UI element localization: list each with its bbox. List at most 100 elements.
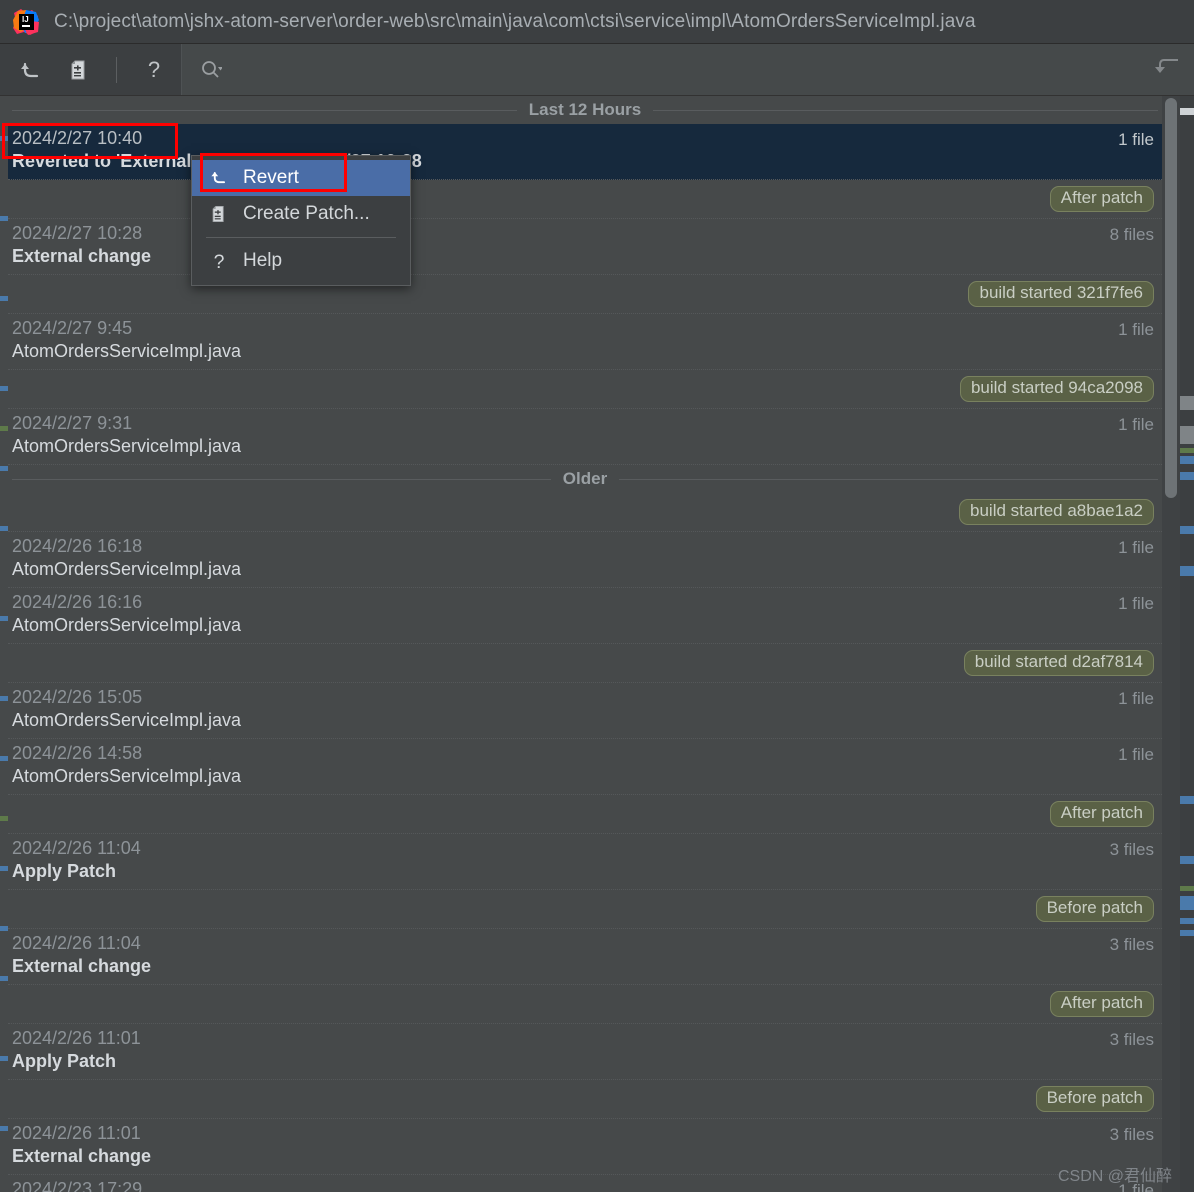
status-badge: build started 321f7fe6 <box>968 281 1154 307</box>
entry-timestamp: 2024/2/26 11:04 <box>12 838 141 858</box>
history-entry-row[interactable]: 2024/2/26 15:05 1 file AtomOrdersServiceIm… <box>8 683 1162 739</box>
entry-label: AtomOrdersServiceImpl.java <box>12 436 242 456</box>
history-group-label: Older <box>562 469 608 488</box>
vertical-scrollbar[interactable] <box>1162 96 1180 1192</box>
history-entry-row[interactable]: 2024/2/26 14:58 1 file AtomOrdersServiceIm… <box>8 739 1162 795</box>
history-badge-row[interactable]: Before patch <box>8 890 1162 929</box>
history-entry-row[interactable]: 2024/2/26 11:04 3 files External change <box>8 929 1162 985</box>
history-group-separator: Last 12 Hours <box>8 96 1162 124</box>
entry-timestamp: 2024/2/27 9:45 <box>12 318 133 338</box>
create-patch-icon <box>208 203 230 225</box>
window-title: C:\project\atom\jshx-atom-server\order-w… <box>54 10 976 32</box>
status-badge: build started a8bae1a2 <box>959 499 1154 525</box>
toolbar-separator <box>116 56 117 83</box>
menu-item-help[interactable]: ? Help <box>192 243 410 279</box>
toolbar-buttons: ? <box>0 44 181 95</box>
history-badge-row[interactable]: build started d2af7814 <box>8 644 1162 683</box>
entry-row-header: 2024/2/26 11:01 3 files <box>12 1123 1154 1145</box>
history-badge-row[interactable]: build started 321f7fe6 <box>8 275 1162 314</box>
entry-timestamp: 2024/2/26 16:18 <box>12 536 143 556</box>
entry-file-count: 3 files <box>1109 1030 1154 1049</box>
history-entry-row[interactable]: 2024/2/26 11:04 3 files Apply Patch <box>8 834 1162 890</box>
entry-label: External change <box>12 246 152 266</box>
help-button[interactable]: ? <box>137 53 171 87</box>
search-input[interactable] <box>222 60 1154 79</box>
title-bar: IJ C:\project\atom\jshx-atom-server\orde… <box>0 0 1194 44</box>
menu-item-revert[interactable]: Revert <box>192 160 410 196</box>
entry-row-header: 2024/2/26 16:18 1 file <box>12 536 1154 558</box>
entry-file-count: 1 file <box>1118 415 1154 434</box>
toolbar: ? <box>0 44 1194 96</box>
entry-file-count: 8 files <box>1109 225 1154 244</box>
entry-row-header: 2024/2/27 9:31 1 file <box>12 413 1154 435</box>
separator-line <box>12 109 517 111</box>
history-entry-row[interactable]: 2024/2/27 9:45 1 file AtomOrdersServiceImp… <box>8 314 1162 370</box>
entry-file-count: 1 file <box>1118 689 1154 708</box>
status-badge: After patch <box>1049 186 1154 212</box>
entry-row-header: 2024/2/26 11:01 3 files <box>12 1028 1154 1050</box>
history-badge-row[interactable]: build started a8bae1a2 <box>8 493 1162 532</box>
status-badge: After patch <box>1049 991 1154 1017</box>
entry-file-count: 3 files <box>1109 935 1154 954</box>
history-group-label: Last 12 Hours <box>528 100 642 119</box>
search-field[interactable] <box>181 44 1194 95</box>
entry-timestamp: 2024/2/27 10:40 <box>12 128 143 148</box>
badge-row-content: After patch <box>12 801 1154 827</box>
revert-button[interactable] <box>14 53 48 87</box>
entry-timestamp: 2024/2/26 15:05 <box>12 687 143 707</box>
history-entry-row[interactable]: 2024/2/23 17:29 1 file <box>8 1175 1162 1192</box>
entry-label: External change <box>12 1146 152 1166</box>
scrollbar-thumb[interactable] <box>1165 98 1177 498</box>
history-badge-row[interactable]: After patch <box>8 795 1162 834</box>
return-arrow-icon[interactable] <box>1154 54 1184 85</box>
history-list-area[interactable]: Last 12 Hours 2024/2/27 10:40 1 file Revert… <box>0 96 1194 1192</box>
context-menu-separator <box>206 237 396 238</box>
svg-text:IJ: IJ <box>22 15 29 24</box>
history-group-separator: Older <box>8 465 1162 493</box>
entry-timestamp: 2024/2/26 16:16 <box>12 592 143 612</box>
separator-line <box>12 478 551 480</box>
badge-row-content: After patch <box>12 991 1154 1017</box>
entry-row-header: 2024/2/26 16:16 1 file <box>12 592 1154 614</box>
history-entry-row[interactable]: 2024/2/27 10:40 1 file Reverted to 'Extern… <box>8 124 1162 180</box>
badge-row-content: build started a8bae1a2 <box>12 499 1154 525</box>
entry-label: External change <box>12 956 152 976</box>
entry-label: AtomOrdersServiceImpl.java <box>12 615 242 635</box>
history-entry-row[interactable]: 2024/2/27 9:31 1 file AtomOrdersServiceImp… <box>8 409 1162 465</box>
entry-label: AtomOrdersServiceImpl.java <box>12 559 242 579</box>
history-badge-row[interactable]: Before patch <box>8 1080 1162 1119</box>
entry-timestamp: 2024/2/26 11:01 <box>12 1028 141 1048</box>
entry-file-count: 1 file <box>1118 594 1154 613</box>
entry-timestamp: 2024/2/27 10:28 <box>12 223 143 243</box>
badge-row-content: After patch <box>12 186 1154 212</box>
help-question-icon: ? <box>148 57 160 82</box>
entry-timestamp: 2024/2/26 11:04 <box>12 933 141 953</box>
history-entry-row[interactable]: 2024/2/27 10:28 8 files External change <box>8 219 1162 275</box>
entry-row-header: 2024/2/27 10:40 1 file <box>12 128 1154 150</box>
menu-item-create-patch[interactable]: Create Patch... <box>192 196 410 232</box>
menu-item-create-patch-label: Create Patch... <box>243 203 370 224</box>
search-icon[interactable] <box>200 59 222 81</box>
history-badge-row[interactable]: After patch <box>8 180 1162 219</box>
history-list[interactable]: Last 12 Hours 2024/2/27 10:40 1 file Revert… <box>8 96 1162 1192</box>
revert-arrow-icon <box>208 167 230 189</box>
badge-row-content: build started d2af7814 <box>12 650 1154 676</box>
history-entry-row[interactable]: 2024/2/26 16:16 1 file AtomOrdersServiceIm… <box>8 588 1162 644</box>
create-patch-button[interactable] <box>62 53 96 87</box>
separator-line <box>619 478 1158 480</box>
history-entry-row[interactable]: 2024/2/26 11:01 3 files External change <box>8 1119 1162 1175</box>
entry-label: Apply Patch <box>12 861 117 881</box>
entry-label: Apply Patch <box>12 1051 117 1071</box>
status-badge: build started d2af7814 <box>963 650 1154 676</box>
history-entry-row[interactable]: 2024/2/26 16:18 1 file AtomOrdersServiceIm… <box>8 532 1162 588</box>
entry-timestamp: 2024/2/26 11:01 <box>12 1123 141 1143</box>
context-menu[interactable]: Revert Create Patch... ? Help <box>191 155 411 286</box>
history-badge-row[interactable]: build started 94ca2098 <box>8 370 1162 409</box>
right-change-markers <box>1180 96 1194 1192</box>
history-entry-row[interactable]: 2024/2/26 11:01 3 files Apply Patch <box>8 1024 1162 1080</box>
status-badge: Before patch <box>1035 1086 1154 1112</box>
entry-row-header: 2024/2/26 11:04 3 files <box>12 933 1154 955</box>
entry-timestamp: 2024/2/26 14:58 <box>12 743 143 763</box>
entry-timestamp: 2024/2/27 9:31 <box>12 413 133 433</box>
history-badge-row[interactable]: After patch <box>8 985 1162 1024</box>
